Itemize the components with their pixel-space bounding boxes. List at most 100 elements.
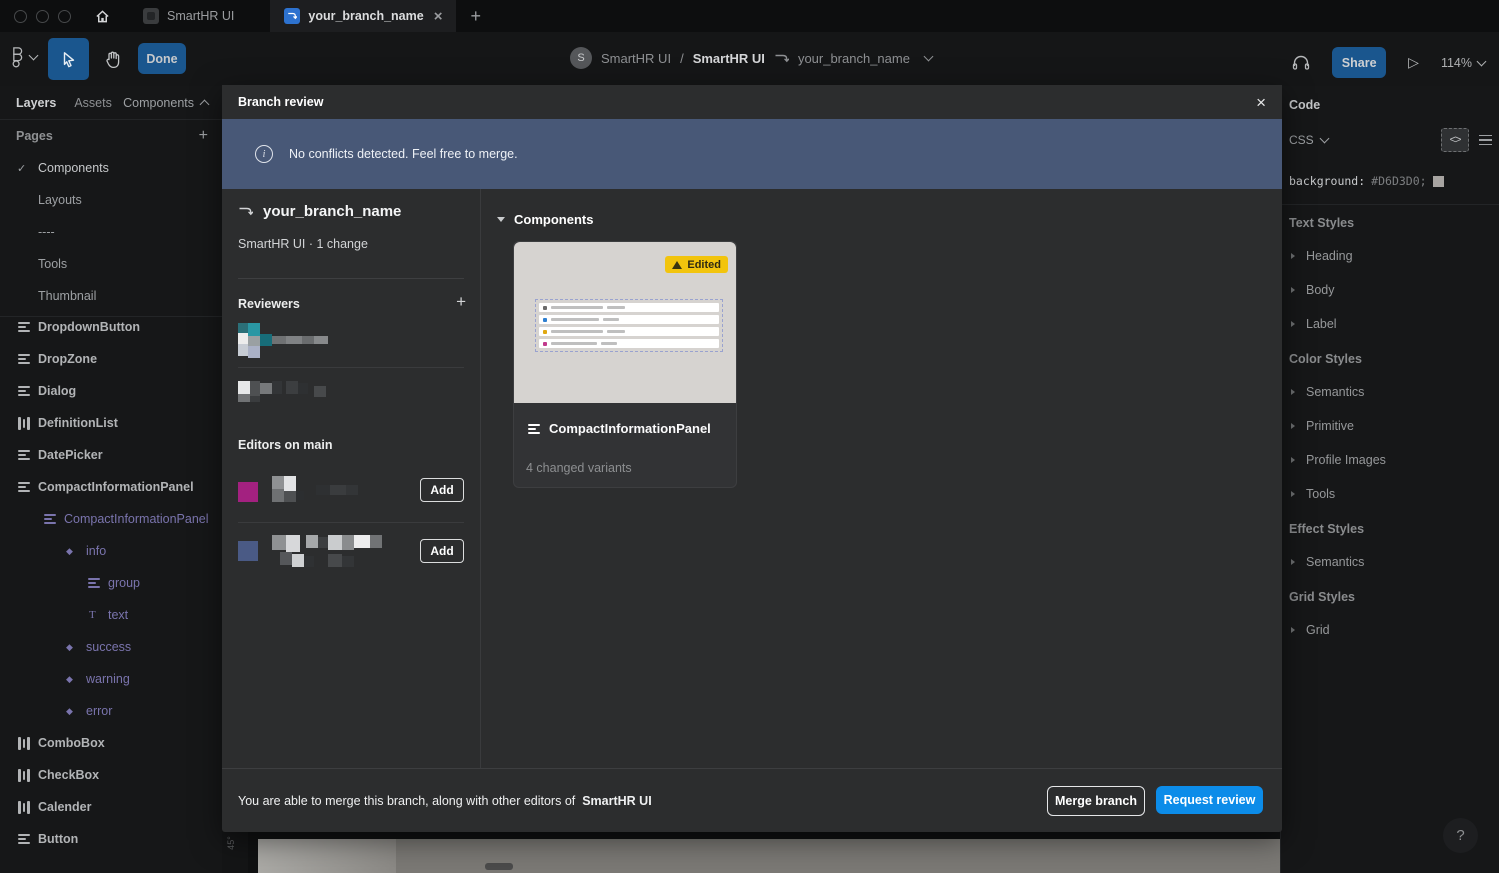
code-list-icon[interactable] [1479, 135, 1492, 146]
page-item-tools[interactable]: Tools [0, 248, 222, 280]
component-name: CompactInformationPanel [549, 421, 711, 436]
components-section-header[interactable]: Components [497, 212, 593, 227]
tab-smarthr-ui[interactable]: SmartHR UI [129, 0, 248, 32]
chevron-right-icon[interactable] [1291, 253, 1295, 259]
code-view-button[interactable]: <> [1441, 128, 1469, 152]
page-item-dashes[interactable]: ---- [0, 216, 222, 248]
add-editor-button[interactable]: Add [420, 478, 464, 502]
left-sidebar: Layers Assets Components Pages + ✓Compon… [0, 86, 222, 873]
layer-row[interactable]: ComboBox [0, 727, 222, 759]
branch-summary-panel: your_branch_name SmartHR UI · 1 change R… [222, 189, 481, 768]
style-item-grid[interactable]: Grid [1281, 613, 1499, 647]
headphones-icon[interactable] [1292, 54, 1310, 71]
layer-row[interactable]: Ttext [0, 599, 222, 631]
modal-body: your_branch_name SmartHR UI · 1 change R… [222, 189, 1282, 768]
hand-tool-button[interactable] [92, 38, 133, 80]
chevron-right-icon[interactable] [1291, 423, 1295, 429]
layer-row[interactable]: ◆success [0, 631, 222, 663]
branch-icon [238, 205, 253, 218]
style-item-primitive[interactable]: Primitive [1281, 409, 1499, 443]
chevron-right-icon[interactable] [1291, 627, 1295, 633]
variant-diamond-icon: ◆ [66, 675, 73, 684]
style-item-heading[interactable]: Heading [1281, 239, 1499, 273]
layers-list: DropdownButton DropZone Dialog Definitio… [0, 317, 222, 873]
breadcrumb-branch[interactable]: your_branch_name [798, 51, 910, 66]
redacted-editor-name [272, 476, 392, 504]
code-language-selector[interactable]: CSS [1289, 133, 1328, 147]
chevron-right-icon[interactable] [1291, 457, 1295, 463]
chevron-down-icon [29, 51, 39, 61]
style-item-profile-images[interactable]: Profile Images [1281, 443, 1499, 477]
add-editor-button[interactable]: Add [420, 539, 464, 563]
canvas-scroll-pill[interactable] [485, 863, 513, 870]
page-item-layouts[interactable]: Layouts [0, 184, 222, 216]
minimize-window-icon[interactable] [36, 10, 49, 23]
layer-row[interactable]: ◆info [0, 535, 222, 567]
breadcrumb-separator: / [680, 51, 684, 66]
zoom-level-control[interactable]: 114% [1441, 56, 1485, 70]
add-page-icon[interactable]: + [199, 127, 208, 145]
style-item-body[interactable]: Body [1281, 273, 1499, 307]
page-item-components[interactable]: ✓Components [0, 152, 222, 184]
style-item-semantics[interactable]: Semantics [1281, 375, 1499, 409]
component-change-card[interactable]: Edited CompactInformationPanel [513, 241, 737, 488]
share-button[interactable]: Share [1332, 47, 1386, 78]
present-play-icon[interactable]: ▷ [1408, 54, 1419, 71]
layer-row[interactable]: DatePicker [0, 439, 222, 471]
page-item-thumbnail[interactable]: Thumbnail [0, 280, 222, 312]
layer-row[interactable]: DropdownButton [0, 317, 222, 343]
chevron-right-icon[interactable] [1291, 491, 1295, 497]
left-panel-tabs: Layers Assets Components [0, 86, 222, 120]
tab-layers[interactable]: Layers [16, 96, 56, 110]
editors-on-main-title: Editors on main [238, 438, 332, 452]
new-tab-button[interactable]: + [470, 6, 481, 27]
canvas-frame[interactable] [258, 839, 1281, 873]
chevron-right-icon[interactable] [1291, 389, 1295, 395]
layer-row[interactable]: CompactInformationPanel [0, 471, 222, 503]
layer-row[interactable]: CheckBox [0, 759, 222, 791]
request-review-button[interactable]: Request review [1156, 786, 1263, 814]
close-window-icon[interactable] [14, 10, 27, 23]
page-mode-selector[interactable]: Components [123, 96, 208, 110]
css-property: background: [1289, 174, 1365, 188]
help-button[interactable]: ? [1443, 818, 1478, 853]
home-button[interactable] [87, 0, 117, 32]
layer-row[interactable]: Dialog [0, 375, 222, 407]
layer-row[interactable]: DefinitionList [0, 407, 222, 439]
merge-branch-button[interactable]: Merge branch [1047, 786, 1145, 816]
breadcrumb-file[interactable]: SmartHR UI [693, 51, 765, 66]
close-icon[interactable]: × [1256, 94, 1266, 111]
add-reviewer-icon[interactable]: + [456, 292, 466, 312]
chevron-right-icon[interactable] [1291, 559, 1295, 565]
style-item-label[interactable]: Label [1281, 307, 1499, 341]
layer-row[interactable]: DropZone [0, 343, 222, 375]
style-item-tools[interactable]: Tools [1281, 477, 1499, 511]
style-item-effect-semantics[interactable]: Semantics [1281, 545, 1499, 579]
layer-row[interactable]: ◆error [0, 695, 222, 727]
avatar[interactable]: S [570, 47, 592, 69]
layer-row[interactable]: Button [0, 823, 222, 855]
check-icon: ✓ [17, 162, 26, 175]
tab-your-branch-name[interactable]: your_branch_name × [270, 0, 456, 32]
chevron-right-icon[interactable] [1291, 287, 1295, 293]
main-menu-button[interactable] [10, 46, 37, 68]
breadcrumb-project[interactable]: SmartHR UI [601, 51, 671, 66]
move-tool-button[interactable] [48, 38, 89, 80]
info-icon: i [255, 145, 273, 163]
window-controls[interactable] [14, 10, 71, 23]
css-code-line[interactable]: background: #D6D3D0; [1289, 174, 1499, 188]
close-tab-icon[interactable]: × [434, 9, 443, 24]
layer-row[interactable]: ◆warning [0, 663, 222, 695]
tab-assets[interactable]: Assets [74, 96, 112, 110]
css-value: #D6D3D0; [1371, 174, 1426, 188]
done-button[interactable]: Done [138, 43, 186, 74]
color-swatch[interactable] [1433, 176, 1444, 187]
zoom-window-icon[interactable] [58, 10, 71, 23]
chevron-down-icon[interactable] [924, 52, 934, 62]
chevron-right-icon[interactable] [1291, 321, 1295, 327]
layer-row[interactable]: Calender [0, 791, 222, 823]
modal-header: Branch review × [222, 85, 1282, 119]
layer-row[interactable]: group [0, 567, 222, 599]
layer-row[interactable]: CompactInformationPanel [0, 503, 222, 535]
caret-down-icon [497, 217, 505, 222]
